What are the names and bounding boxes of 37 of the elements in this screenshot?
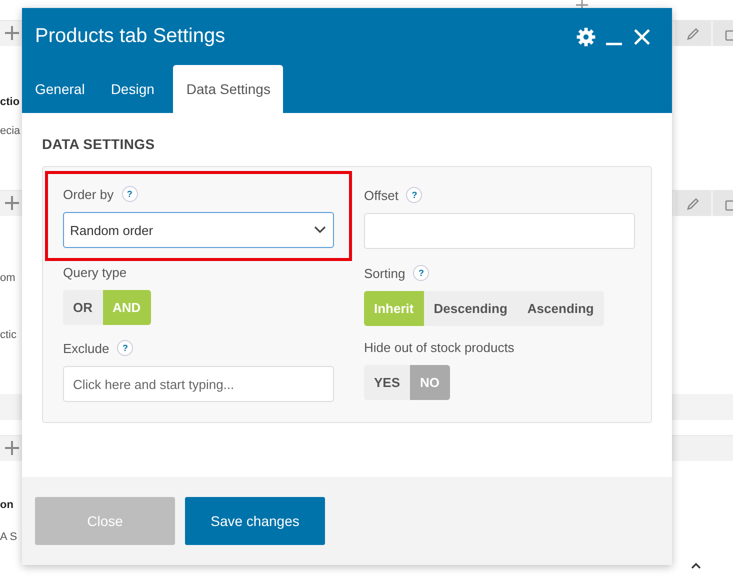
row-text: A S [0,530,18,545]
field-label: Exclude [63,340,110,356]
text-field[interactable] [364,213,635,249]
tab[interactable]: General [22,65,98,113]
row-text: om [0,271,16,286]
field-label: Query type [63,265,127,280]
help-icon[interactable]: ? [413,265,430,281]
text-field[interactable]: Click here and start typing... [63,366,334,402]
pencil-icon [686,26,700,40]
section-title: DATA SETTINGS [42,136,156,152]
help-icon[interactable]: ? [117,340,134,356]
plus-icon[interactable] [576,0,588,8]
tab[interactable]: Design [98,65,168,113]
field-label: Offset [364,188,398,202]
settings-icon[interactable] [576,26,596,46]
tab[interactable]: Data Settings [173,65,284,113]
row-text: ctio [0,95,20,110]
pencil-icon [686,196,700,210]
dialog-title: Products tab Settings [35,25,226,48]
caret-up-icon[interactable] [691,562,701,569]
plus-icon[interactable] [4,440,20,456]
field-label: Hide out of stock products [364,340,514,355]
field-label: Sorting [364,266,406,280]
plus-icon[interactable] [4,25,20,41]
close-icon[interactable] [632,26,652,46]
field-label: Order by [63,186,114,202]
save-button[interactable]: Save changes [185,497,325,545]
help-icon[interactable]: ? [122,186,138,202]
row-text: on [0,498,14,513]
row-text: ecia [0,124,20,139]
edit-button[interactable] [675,191,711,216]
chevron-down-icon [313,225,327,235]
edit-button[interactable] [675,21,711,46]
row-text: ctic [0,328,16,343]
plus-icon[interactable] [4,195,20,211]
order-select[interactable]: Random order [63,212,334,248]
help-icon[interactable]: ? [406,187,422,203]
